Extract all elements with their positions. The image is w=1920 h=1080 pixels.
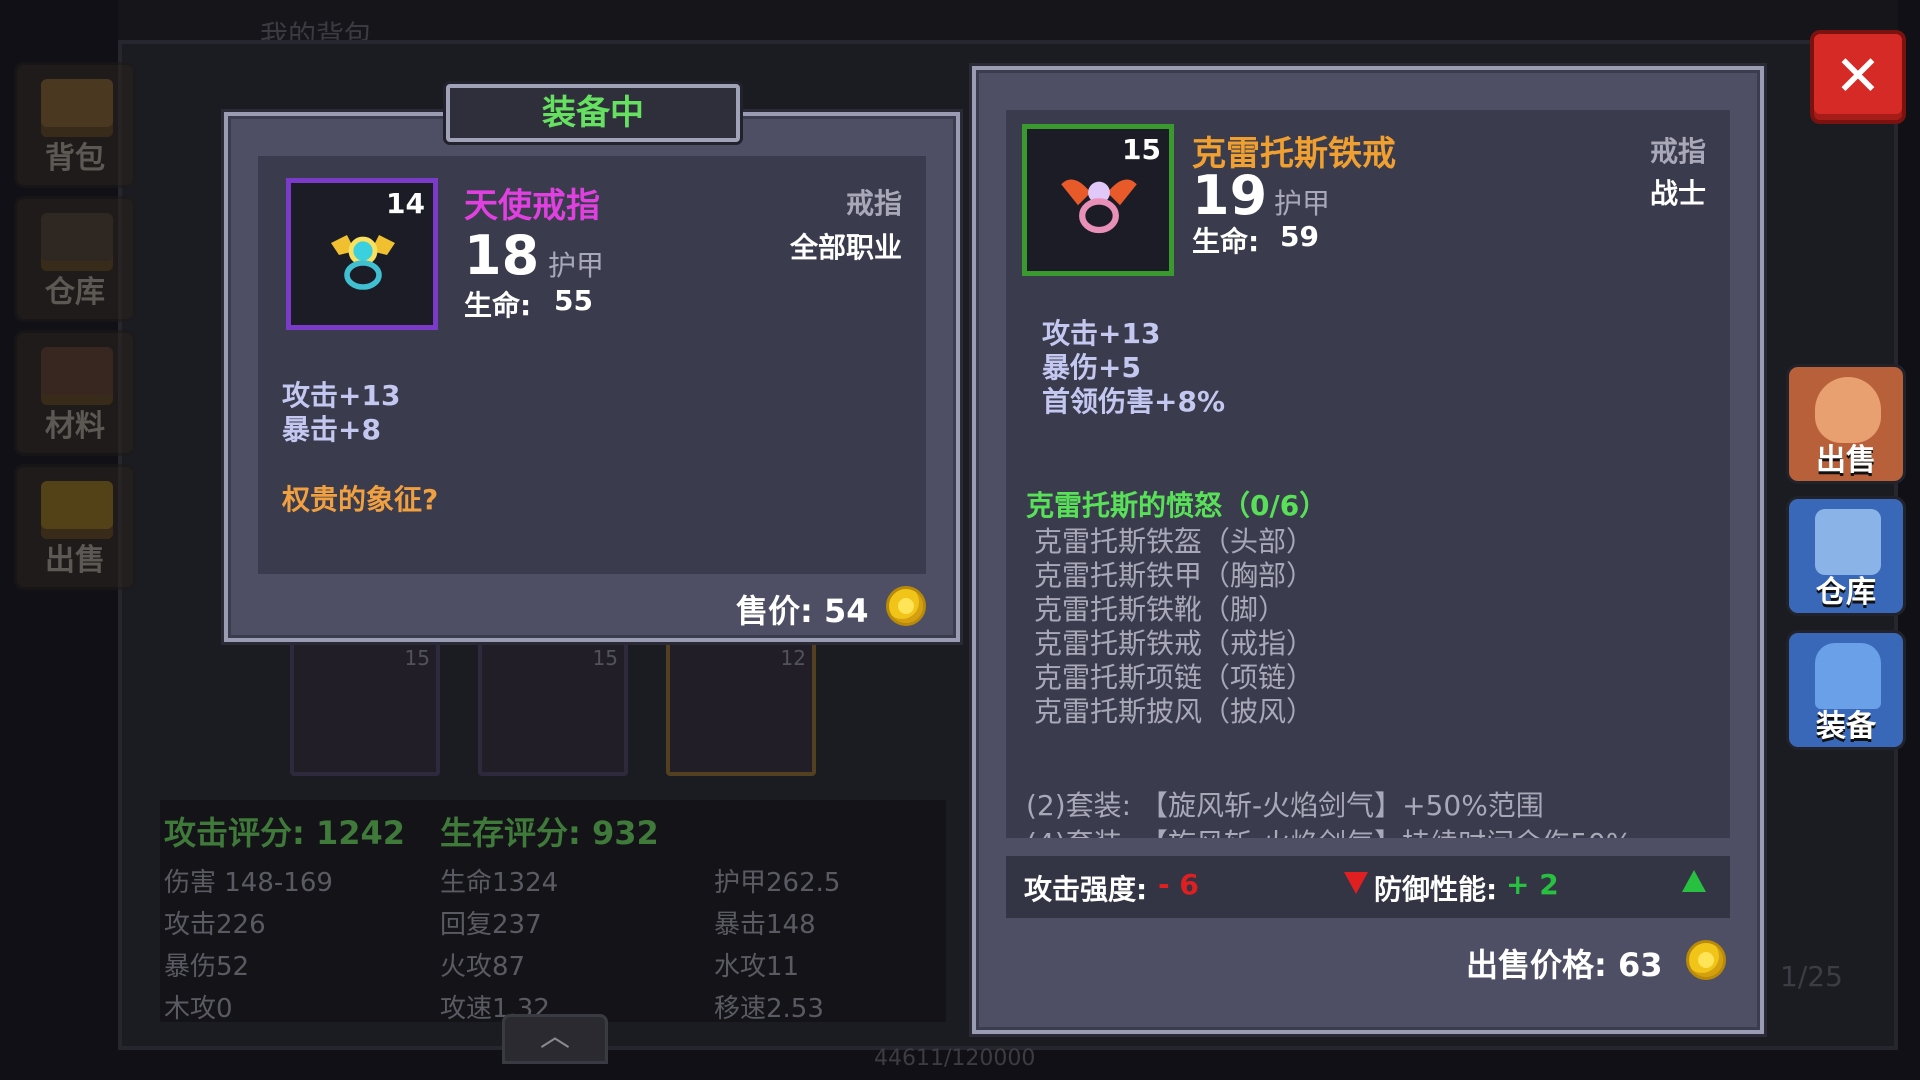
equip-button[interactable]: 装备 [1786, 630, 1906, 750]
stat-fire-attack: 火攻87 [440, 952, 526, 982]
item-level: 14 [386, 187, 425, 220]
equipped-tab: 装备中 [446, 84, 740, 142]
sidebar-item-sell[interactable]: 出售 [14, 464, 136, 590]
gold-coin-icon [1686, 940, 1726, 980]
armor-icon [1815, 643, 1881, 709]
warehouse-icon [41, 213, 113, 271]
hp-label: 生命: [1192, 225, 1260, 258]
comparison-bar: 攻击强度: - 6 防御性能: + 2 [1006, 856, 1730, 918]
compare-item-icon-box: 15 [1022, 124, 1174, 276]
materials-icon [41, 347, 113, 405]
warehouse-icon [1815, 509, 1881, 575]
slot-level: 15 [592, 646, 618, 670]
defense-label: 防御性能: [1374, 873, 1498, 906]
money-bag-icon [1815, 377, 1881, 443]
sell-button-label: 出售 [1816, 443, 1876, 478]
armor-label: 护甲 [548, 249, 605, 282]
close-button[interactable]: ✕ [1810, 30, 1906, 124]
compare-item-panel: 15 克雷托斯铁戒 戒指 战士 19 护甲 生命: 59 攻击+13 暴伤+5 … [972, 66, 1764, 1034]
item-class: 全部职业 [789, 231, 902, 264]
sidebar-item-materials[interactable]: 材料 [14, 330, 136, 456]
hp-label: 生命: [464, 289, 532, 322]
item-flavor-text: 权贵的象征? [282, 483, 439, 516]
warehouse-button[interactable]: 仓库 [1786, 496, 1906, 616]
equipped-tab-label: 装备中 [542, 93, 644, 133]
stat-move-speed: 移速2.53 [714, 994, 824, 1024]
attack-strength-delta: - 6 [1158, 868, 1199, 901]
page-indicator: 1/25 [1780, 960, 1843, 993]
chest-icon [41, 79, 113, 137]
attack-strength-label: 攻击强度: [1024, 873, 1148, 906]
set-title: 克雷托斯的愤怒（0/6） [1026, 489, 1328, 522]
close-icon: ✕ [1834, 44, 1882, 109]
arrow-down-icon [1344, 872, 1368, 894]
attack-score: 攻击评分: 1242 [164, 814, 406, 852]
expand-stats-button[interactable]: ︿ [502, 1014, 608, 1064]
item-name: 天使戒指 [464, 186, 600, 226]
sell-button[interactable]: 出售 [1786, 364, 1906, 484]
coin-pile-icon [41, 481, 113, 539]
item-slot-type: 戒指 [1649, 135, 1706, 168]
stat-regen: 回复237 [440, 910, 542, 940]
winged-ring-icon [1061, 179, 1137, 234]
sidebar-item-bag[interactable]: 背包 [14, 62, 136, 188]
stat-crit-damage: 暴伤52 [164, 952, 250, 982]
slot-level: 12 [780, 646, 806, 670]
warehouse-button-label: 仓库 [1816, 575, 1876, 610]
armor-value: 18 [464, 224, 540, 287]
exp-counter: 44611/120000 [874, 1046, 1036, 1071]
survival-score: 生存评分: 932 [440, 814, 659, 852]
stat-wood-attack: 木攻0 [164, 994, 233, 1024]
hp-value: 59 [1280, 220, 1319, 253]
hp-value: 55 [554, 284, 593, 317]
stat-water-attack: 水攻11 [714, 952, 800, 982]
defense-delta: + 2 [1506, 868, 1559, 901]
equip-button-label: 装备 [1816, 709, 1876, 744]
sell-price: 售价: 54 [736, 592, 869, 630]
item-slot-type: 戒指 [845, 187, 902, 220]
sidebar: 背包 仓库 材料 出售 [14, 62, 138, 598]
inventory-slot[interactable]: 15 [478, 640, 628, 776]
compare-item-details[interactable]: 15 克雷托斯铁戒 戒指 战士 19 护甲 生命: 59 攻击+13 暴伤+5 … [1006, 110, 1730, 838]
stat-hp: 生命1324 [440, 868, 559, 898]
sidebar-item-label: 材料 [45, 409, 105, 444]
chevron-up-icon: ︿ [540, 1019, 570, 1054]
sidebar-item-label: 背包 [45, 141, 105, 176]
armor-label: 护甲 [1274, 187, 1331, 220]
equipped-item-details: 14 天使戒指 戒指 全部职业 18 护甲 生命: 55 攻击+13 暴击+8 … [258, 156, 926, 574]
stat-damage: 伤害 148-169 [164, 868, 333, 898]
armor-value: 19 [1192, 164, 1268, 227]
inventory-slot[interactable]: 15 [290, 640, 440, 776]
set-bonus: (2)套装: 【旋风斩-火焰剑气】+50%范围 [1026, 789, 1544, 822]
character-stats-panel: 攻击评分: 1242 生存评分: 932 伤害 148-169 生命1324 护… [160, 800, 946, 1024]
item-stat: 暴击+8 [282, 413, 381, 446]
angel-ring-icon [331, 235, 395, 290]
set-item: 克雷托斯披风（披风） [1034, 695, 1315, 728]
sidebar-item-warehouse[interactable]: 仓库 [14, 196, 136, 322]
stat-attack: 攻击226 [164, 910, 266, 940]
stat-crit: 暴击148 [714, 910, 816, 940]
set-bonus: (4)套装: 【旋风斩-火焰剑气】持续时间余伤50% [1026, 822, 1632, 838]
inventory-slot[interactable]: 12 [666, 640, 816, 776]
gold-coin-icon [886, 586, 926, 626]
arrow-up-icon [1682, 870, 1706, 892]
equipped-item-icon-box: 14 [286, 178, 438, 330]
stat-armor: 护甲262.5 [714, 868, 841, 898]
game-screen: 我的背包 背包 仓库 材料 出售 15 15 12 攻击评分: 1242 生存评… [0, 0, 1920, 1080]
item-stat: 首领伤害+8% [1042, 385, 1225, 418]
sidebar-item-label: 仓库 [45, 275, 105, 310]
sell-price: 出售价格: 63 [1466, 946, 1663, 984]
slot-level: 15 [404, 646, 430, 670]
sidebar-item-label: 出售 [45, 543, 105, 578]
equipped-item-panel: 14 天使戒指 戒指 全部职业 18 护甲 生命: 55 攻击+13 暴击+8 … [224, 112, 960, 642]
item-class: 战士 [1649, 177, 1706, 210]
